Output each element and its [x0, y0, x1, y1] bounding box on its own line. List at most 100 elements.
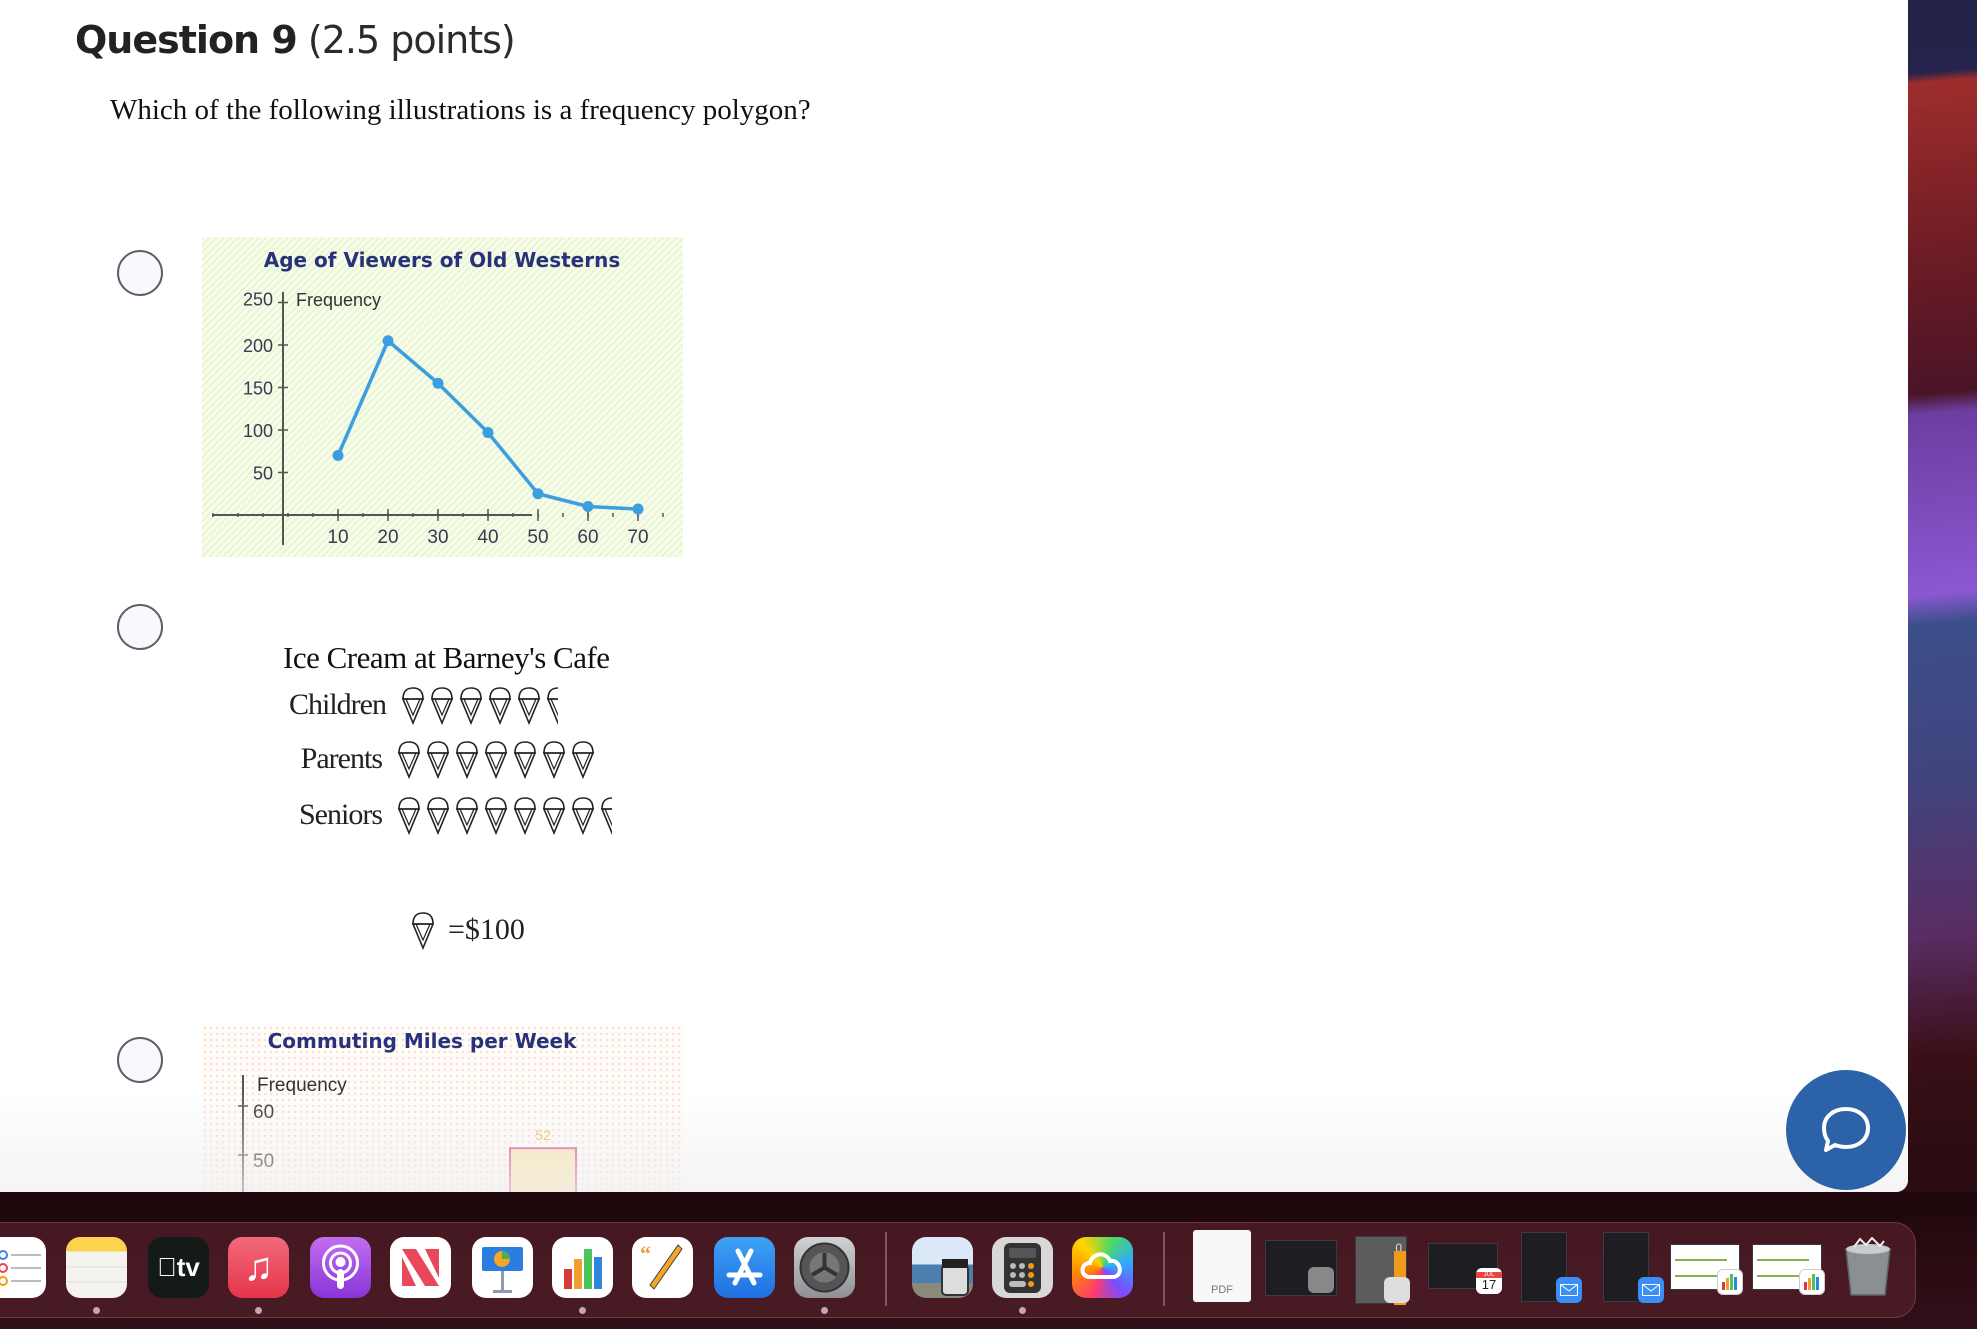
podcasts-icon	[322, 1244, 359, 1289]
dock-notes[interactable]	[66, 1237, 127, 1298]
dock-calculator[interactable]	[992, 1237, 1053, 1298]
dock-news[interactable]	[390, 1237, 451, 1298]
y-tick-label: 100	[243, 421, 273, 441]
y-tick-label: 50	[253, 464, 273, 484]
news-icon	[402, 1249, 439, 1286]
chart-title: Commuting Miles per Week	[268, 1029, 577, 1053]
pages-icon: “	[640, 1241, 683, 1290]
mail-window-icon	[1638, 1277, 1664, 1303]
running-indicator	[1019, 1307, 1026, 1314]
svg-text:“: “	[640, 1241, 651, 1266]
ice-cream-cone-icon	[397, 797, 421, 835]
option-1-radio[interactable]	[117, 250, 163, 296]
table-stripe	[1757, 1259, 1809, 1261]
preview-icon	[941, 1259, 969, 1296]
ice-cream-cone-icon	[600, 797, 612, 835]
pictograph-row: Seniors	[256, 795, 625, 835]
ice-cream-cone-icon	[426, 797, 450, 835]
data-point	[332, 450, 344, 461]
chat-button[interactable]	[1786, 1070, 1906, 1190]
reminders-icon	[0, 1250, 41, 1286]
running-indicator	[579, 1307, 586, 1314]
chart-title: Age of Viewers of Old Westerns	[264, 248, 621, 272]
music-icon: ♫	[243, 1245, 274, 1289]
option-2-radio[interactable]	[117, 604, 163, 650]
mail-window-icon	[1556, 1277, 1582, 1303]
bars-glyph	[1722, 1274, 1737, 1290]
dock-keynote[interactable]	[472, 1237, 533, 1298]
dock-trash[interactable]	[1840, 1237, 1896, 1298]
y-tick-label: 250	[243, 290, 273, 310]
data-point	[382, 335, 394, 347]
data-point	[632, 503, 644, 515]
question-heading: Question 9 (2.5 points)	[75, 18, 516, 62]
option-3-radio[interactable]	[117, 1037, 163, 1083]
question-number: Question 9	[75, 18, 298, 62]
calendar-window-icon: JUL 17	[1476, 1268, 1502, 1294]
chart-1-svg: Age of Viewers of Old Westerns Frequency…	[212, 248, 664, 548]
dock-system-preferences-window[interactable]	[1265, 1240, 1337, 1296]
dock-separator	[885, 1232, 887, 1306]
data-point	[482, 427, 494, 439]
notes-icon	[66, 1266, 127, 1283]
x-tick-label: 20	[377, 527, 398, 548]
x-tick-label: 10	[327, 527, 348, 548]
pictograph-row-label: Parents	[300, 742, 383, 775]
system-preferences-icon	[799, 1242, 850, 1293]
pictograph-cones	[396, 739, 596, 779]
pictograph-row: Parents	[256, 739, 596, 779]
ice-cream-cone-icon	[459, 687, 483, 725]
x-tick-label: 50	[527, 527, 548, 548]
creative-cloud-icon	[1080, 1252, 1122, 1279]
dock-system-preferences[interactable]	[794, 1237, 855, 1298]
dock-preview[interactable]	[912, 1237, 973, 1298]
question-prompt: Which of the following illustrations is …	[110, 94, 811, 126]
dock-creative-cloud[interactable]	[1072, 1237, 1133, 1298]
dock-pages[interactable]: “	[632, 1237, 693, 1298]
envelope-glyph	[1560, 1284, 1578, 1296]
pictograph-key-label: =$100	[448, 913, 525, 946]
numbers-icon	[564, 1249, 602, 1289]
dock-app-store[interactable]	[714, 1237, 775, 1298]
ice-cream-cone-icon	[513, 741, 537, 779]
histogram-bar	[509, 1147, 577, 1192]
dock-numbers-window-1[interactable]	[1670, 1244, 1743, 1295]
dock-mail-window-2[interactable]	[1603, 1232, 1664, 1303]
pdf-document-icon: PDF	[1211, 1284, 1233, 1296]
ice-cream-cone-icon	[542, 797, 566, 835]
dock-podcasts[interactable]	[310, 1237, 371, 1298]
dock-reminders[interactable]	[0, 1237, 46, 1298]
ice-cream-cone-icon	[484, 797, 508, 835]
ice-cream-cone-icon	[571, 741, 595, 779]
ice-cream-cone-icon	[571, 797, 595, 835]
ice-cream-cone-icon	[542, 741, 566, 779]
dock-calendar-window[interactable]: JUL 17	[1428, 1243, 1502, 1294]
y-tick-label: 200	[243, 336, 273, 356]
pictograph-row: Children	[260, 685, 571, 725]
pictograph-cones	[396, 795, 625, 835]
ice-cream-cone-icon	[488, 687, 512, 725]
ice-cream-cone-icon	[411, 912, 435, 950]
bars-glyph	[1804, 1274, 1819, 1290]
pictograph-row-label: Children	[289, 688, 387, 721]
dock-numbers[interactable]	[552, 1237, 613, 1298]
ice-cream-cone-icon	[426, 741, 450, 779]
dock-pdf-document[interactable]: PDF	[1193, 1230, 1251, 1302]
y-tick-label: 60	[253, 1102, 274, 1123]
ice-cream-cone-icon	[455, 797, 479, 835]
app-store-icon	[726, 1248, 763, 1286]
dock-apple-tv[interactable]: tv	[148, 1237, 209, 1298]
apple-tv-icon: tv	[157, 1252, 200, 1282]
data-point	[532, 488, 544, 500]
bar-value-label: 52	[535, 1127, 551, 1143]
pictograph-chart: Ice Cream at Barney's Cafe Children Pare…	[270, 625, 690, 955]
dock-calculator-window[interactable]: 0	[1355, 1236, 1410, 1305]
frequency-polygon-chart: Age of Viewers of Old Westerns Frequency…	[202, 237, 683, 557]
dock-mail-window-1[interactable]	[1521, 1232, 1582, 1303]
dock-numbers-window-2[interactable]	[1752, 1244, 1825, 1295]
trash-full-icon	[1845, 1237, 1891, 1296]
ice-cream-cone-icon	[401, 687, 425, 725]
dock-music[interactable]: ♫	[228, 1237, 289, 1298]
ice-cream-cone-icon	[513, 797, 537, 835]
dock-separator	[1163, 1232, 1165, 1306]
